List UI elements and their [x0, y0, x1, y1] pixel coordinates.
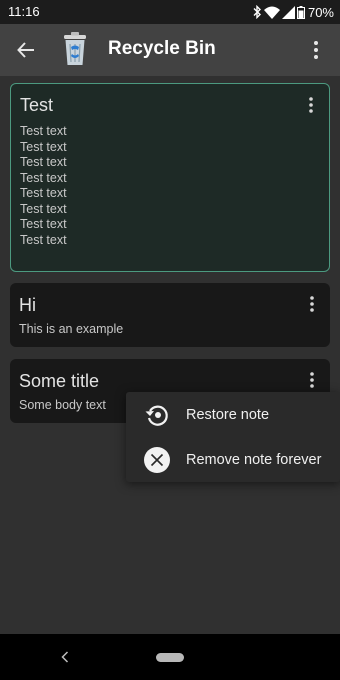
restore-note-menu-item[interactable]: Restore note	[126, 392, 340, 437]
battery-percent: 70%	[307, 4, 334, 20]
note-card[interactable]: Hi This is an example	[10, 283, 330, 347]
system-nav-bar	[0, 634, 340, 680]
restore-note-label: Restore note	[186, 406, 270, 423]
nav-back-button[interactable]	[56, 648, 74, 666]
restore-icon	[143, 401, 171, 429]
page-title: Recycle Bin	[108, 38, 216, 59]
note-body: Some body text	[19, 398, 106, 412]
status-icons: 70%	[252, 4, 334, 20]
note-context-menu: Restore note Remove note forever	[126, 392, 340, 482]
nav-home-pill[interactable]	[156, 653, 184, 662]
status-bar: 11:16 70%	[0, 0, 340, 24]
note-title: Hi	[19, 295, 36, 315]
note-list: Test Test text Test text Test text Test …	[0, 76, 340, 634]
remove-forever-icon	[143, 446, 171, 474]
remove-note-forever-label: Remove note forever	[186, 451, 322, 468]
recycle-bin-icon	[62, 32, 88, 66]
app-bar: Recycle Bin	[0, 24, 340, 76]
note-options-button[interactable]	[306, 293, 318, 315]
status-time: 11:16	[8, 4, 40, 19]
note-body: This is an example	[19, 322, 124, 336]
note-title: Test	[20, 95, 54, 115]
battery-icon	[296, 5, 305, 19]
note-options-button[interactable]	[306, 369, 318, 391]
more-vert-icon	[310, 296, 314, 312]
more-vert-icon	[310, 372, 314, 388]
more-vert-icon	[309, 97, 313, 113]
wifi-icon	[263, 6, 280, 19]
bluetooth-icon	[253, 5, 261, 19]
overflow-menu-button[interactable]	[308, 38, 324, 62]
signal-icon	[281, 5, 295, 19]
note-title: Some title	[19, 371, 100, 391]
back-button[interactable]	[12, 36, 40, 64]
arrow-back-icon	[17, 42, 34, 58]
more-vert-icon	[314, 41, 318, 59]
note-card[interactable]: Test Test text Test text Test text Test …	[10, 83, 330, 272]
note-body: Test text Test text Test text Test text …	[20, 124, 67, 247]
remove-note-forever-menu-item[interactable]: Remove note forever	[126, 437, 340, 482]
chevron-left-icon	[61, 651, 69, 663]
note-options-button[interactable]	[305, 94, 317, 116]
